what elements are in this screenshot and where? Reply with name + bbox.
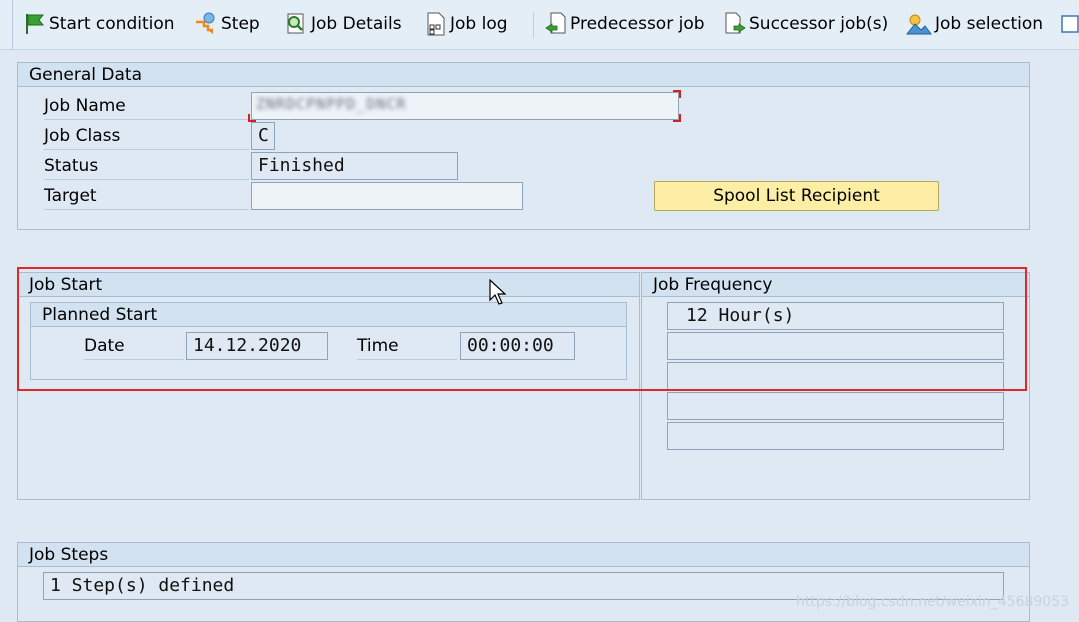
time-field[interactable]: 00:00:00 bbox=[460, 332, 575, 360]
toolbar-left-separator bbox=[12, 0, 13, 50]
frequency-row bbox=[667, 422, 1004, 450]
job-name-label: Job Name bbox=[44, 93, 249, 120]
more-toolbar-button[interactable] bbox=[1061, 9, 1079, 39]
magnifier-document-icon bbox=[287, 13, 304, 34]
target-field[interactable] bbox=[251, 182, 523, 210]
flag-icon bbox=[26, 14, 45, 34]
frequency-row bbox=[667, 392, 1004, 420]
frequency-row: 12 Hour(s) bbox=[667, 302, 1004, 330]
date-label: Date bbox=[84, 333, 184, 360]
job-selection-label: Job selection bbox=[935, 14, 1044, 34]
job-log-button[interactable]: Job log bbox=[425, 9, 508, 39]
successor-job-icon bbox=[725, 12, 746, 34]
toolbar-divider bbox=[533, 12, 534, 38]
watermark: https://blog.csdn.net/weixin_45689053 bbox=[796, 594, 1070, 610]
job-frequency-title: Job Frequency bbox=[642, 273, 1029, 297]
predecessor-job-icon bbox=[545, 12, 566, 34]
status-field: Finished bbox=[251, 152, 458, 180]
job-details-button[interactable]: Job Details bbox=[284, 9, 402, 39]
start-condition-button[interactable]: Start condition bbox=[24, 9, 175, 39]
job-name-value: ZNRDCPNPPD_DNCR bbox=[256, 95, 407, 113]
start-condition-label: Start condition bbox=[49, 14, 175, 34]
step-button[interactable]: Step bbox=[194, 9, 260, 39]
planned-start-title: Planned Start bbox=[31, 303, 626, 327]
job-log-label: Job log bbox=[450, 14, 508, 34]
time-label: Time bbox=[357, 333, 457, 360]
job-class-field[interactable]: C bbox=[251, 122, 275, 150]
required-field-corner bbox=[248, 114, 256, 122]
predecessor-job-button[interactable]: Predecessor job bbox=[545, 9, 705, 39]
job-selection-button[interactable]: Job selection bbox=[906, 9, 1043, 39]
mouse-cursor-icon bbox=[489, 279, 507, 305]
step-label: Step bbox=[221, 14, 260, 34]
target-label: Target bbox=[44, 183, 249, 210]
frequency-row bbox=[667, 362, 1004, 390]
required-field-corner bbox=[673, 114, 681, 122]
spool-list-recipient-button[interactable]: Spool List Recipient bbox=[654, 181, 939, 211]
predecessor-job-label: Predecessor job bbox=[570, 14, 705, 34]
job-start-title: Job Start bbox=[18, 273, 639, 297]
required-field-corner bbox=[673, 90, 681, 98]
application-toolbar: Start condition Step Job Details Job log bbox=[0, 0, 1079, 50]
job-class-label: Job Class bbox=[44, 123, 249, 150]
successor-jobs-label: Successor job(s) bbox=[749, 14, 889, 34]
job-steps-title: Job Steps bbox=[18, 543, 1029, 567]
document-icon bbox=[1061, 15, 1079, 33]
job-log-icon bbox=[427, 12, 445, 36]
general-data-title: General Data bbox=[18, 63, 1029, 87]
frequency-row bbox=[667, 332, 1004, 360]
date-field[interactable]: 14.12.2020 bbox=[186, 332, 328, 360]
status-label: Status bbox=[44, 153, 249, 180]
step-icon bbox=[196, 12, 215, 34]
job-selection-icon bbox=[906, 14, 932, 35]
job-details-label: Job Details bbox=[311, 14, 402, 34]
successor-jobs-button[interactable]: Successor job(s) bbox=[724, 9, 888, 39]
